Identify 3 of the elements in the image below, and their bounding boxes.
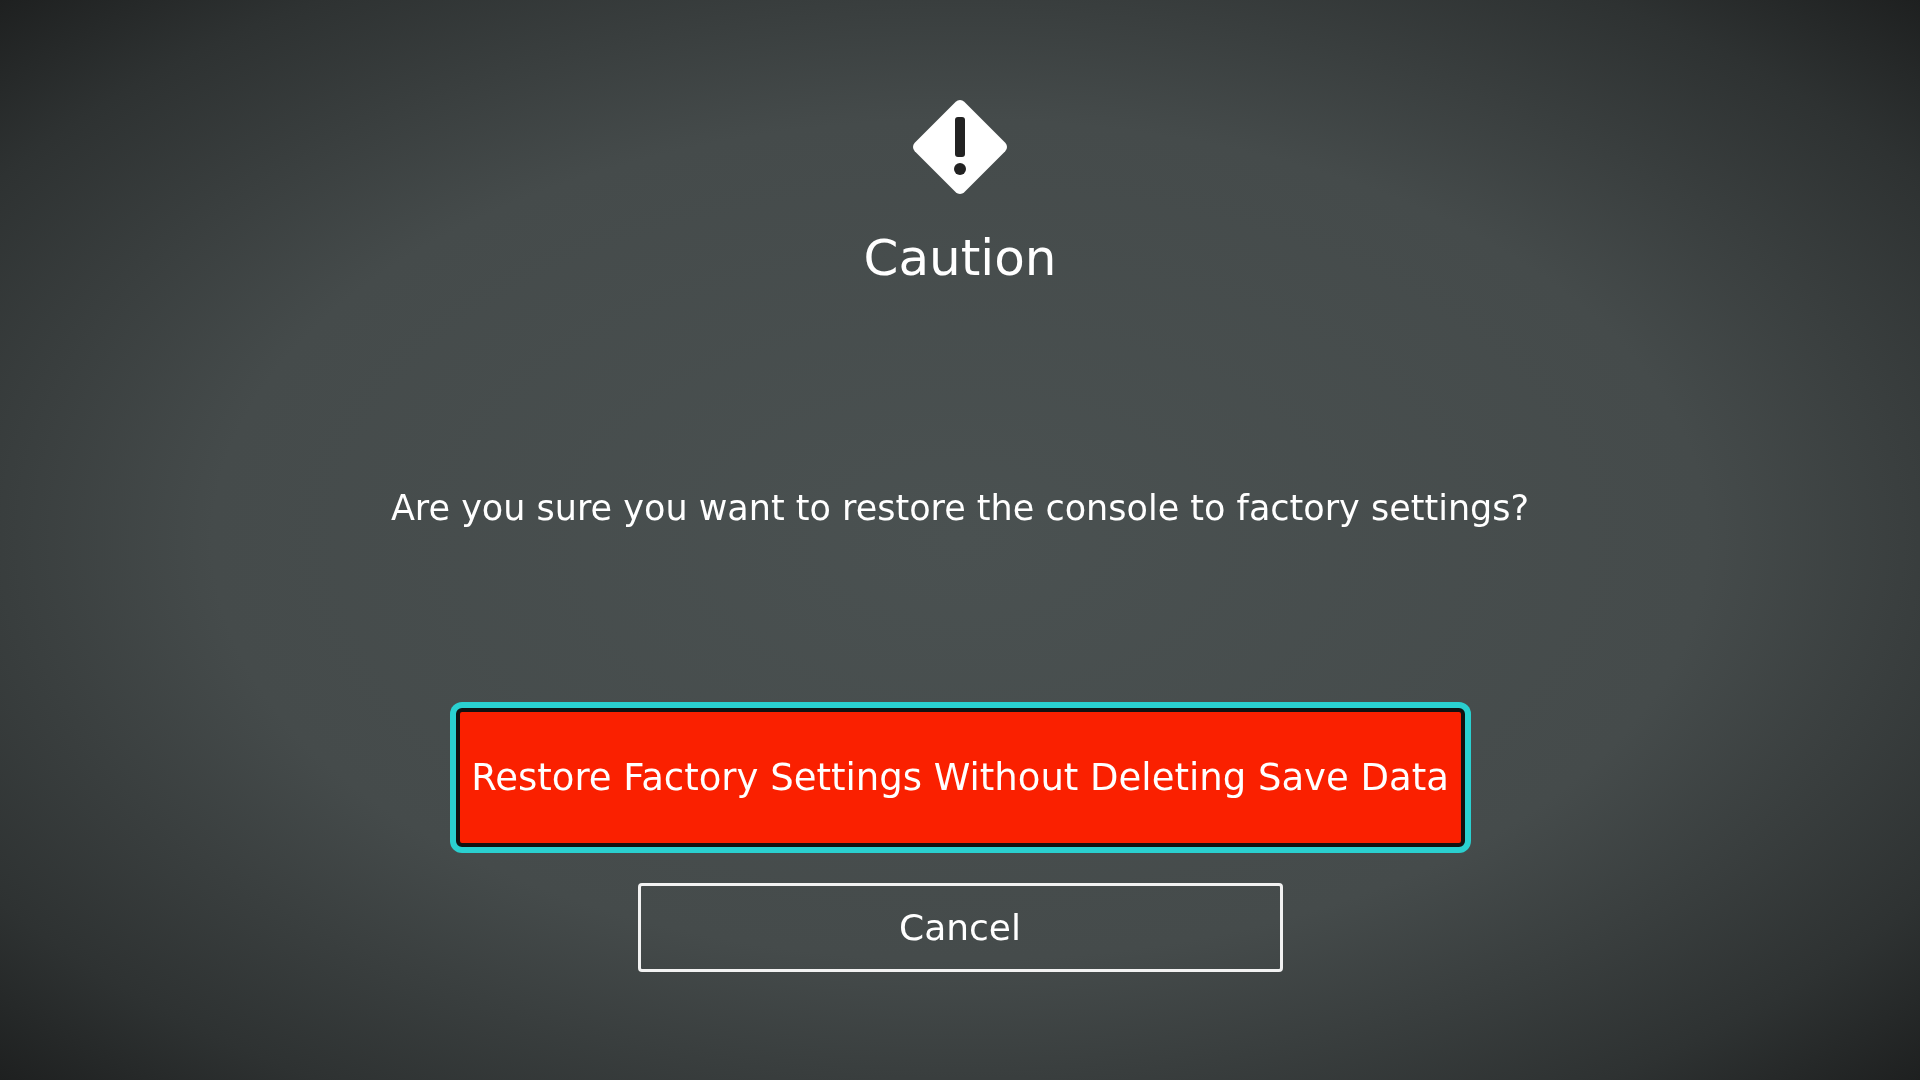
cancel-button[interactable]: Cancel [637,883,1283,972]
dialog-message: Are you sure you want to restore the console to factory settings? [390,487,1530,530]
dialog-title: Caution [863,228,1057,288]
